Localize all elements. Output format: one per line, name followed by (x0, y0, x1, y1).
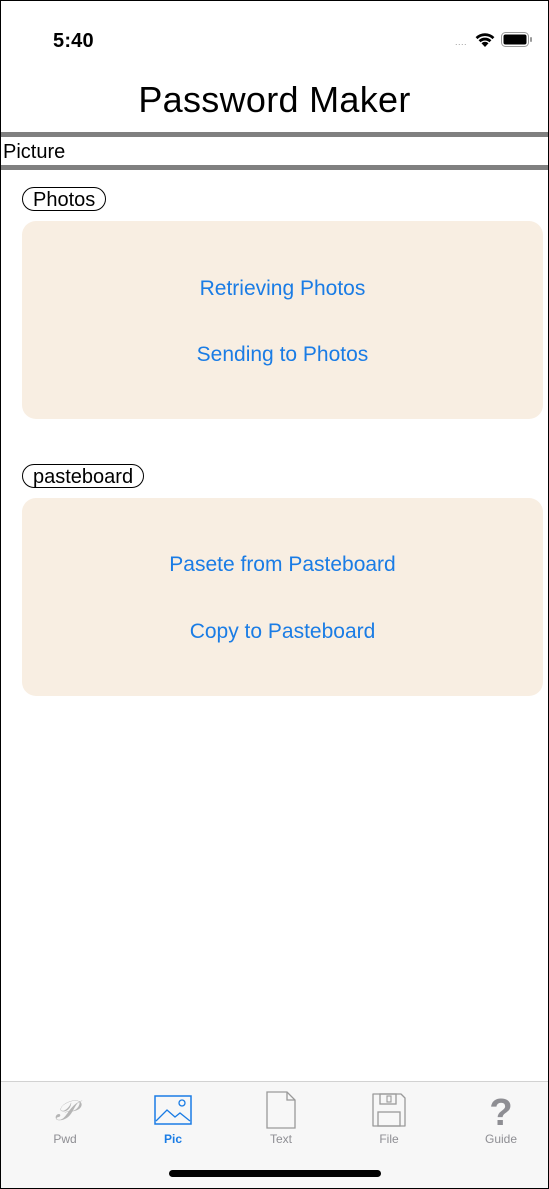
cellular-signal-icon: .... (455, 37, 468, 47)
section-header: Picture (1, 132, 548, 172)
document-icon (266, 1091, 296, 1129)
tab-label: Text (269, 1132, 292, 1146)
picture-icon (154, 1095, 192, 1125)
floppy-disk-icon (372, 1093, 406, 1127)
section-divider-bottom (1, 165, 548, 170)
tab-file[interactable]: File (349, 1090, 429, 1150)
tab-label: Pwd (53, 1132, 77, 1146)
tab-pic[interactable]: Pic (133, 1090, 213, 1150)
question-mark-icon: ? (489, 1092, 512, 1130)
app-screen: 5:40 .... Password Maker Picture Photos … (0, 0, 549, 1189)
home-indicator (169, 1170, 381, 1177)
wifi-icon (475, 33, 495, 47)
pasteboard-card: Pasete from Pasteboard Copy to Pasteboar… (22, 498, 543, 696)
send-to-photos-button[interactable]: Sending to Photos (22, 343, 543, 367)
section-divider-top (1, 132, 548, 137)
section-title: Picture (3, 141, 66, 163)
status-bar: 5:40 .... (1, 1, 548, 71)
tab-label: Guide (484, 1132, 518, 1146)
tab-guide[interactable]: ? Guide (461, 1090, 541, 1150)
svg-text:?: ? (489, 1092, 512, 1130)
battery-icon (501, 32, 532, 47)
script-p-icon: 𝒫 (55, 1094, 83, 1127)
tab-text[interactable]: Text (241, 1090, 321, 1150)
svg-text:𝒫: 𝒫 (55, 1094, 83, 1127)
tab-label: File (379, 1132, 399, 1146)
page-title: Password Maker (138, 79, 411, 120)
pasteboard-group-label: pasteboard (22, 464, 145, 488)
status-time: 5:40 (53, 30, 94, 52)
tab-label: Pic (163, 1132, 182, 1146)
retrieve-photos-button[interactable]: Retrieving Photos (22, 277, 543, 301)
paste-from-pasteboard-button[interactable]: Pasete from Pasteboard (22, 553, 543, 577)
tab-pwd[interactable]: 𝒫 Pwd (25, 1090, 105, 1150)
copy-to-pasteboard-button[interactable]: Copy to Pasteboard (22, 620, 543, 644)
photos-card: Retrieving Photos Sending to Photos (22, 221, 543, 419)
photos-group-label: Photos (22, 187, 107, 211)
